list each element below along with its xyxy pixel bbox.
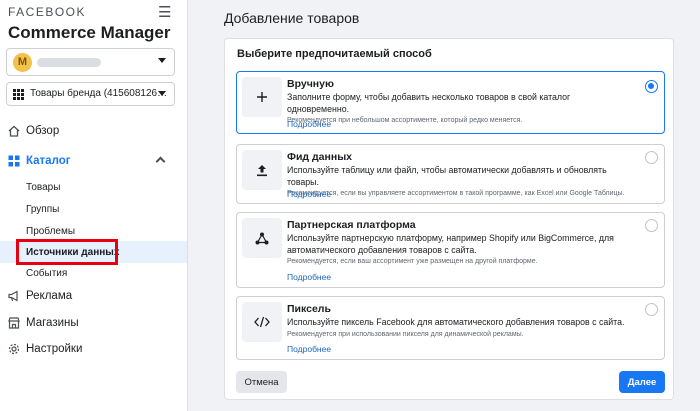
- radio-partner-platform[interactable]: [645, 219, 658, 232]
- option-description: Используйте таблицу или файл, чтобы авто…: [287, 165, 627, 199]
- radio-manual[interactable]: [645, 80, 658, 93]
- network-icon: [242, 218, 282, 258]
- sidebar-item-label: Магазины: [26, 317, 79, 329]
- menu-icon[interactable]: ☰: [158, 3, 171, 21]
- sidebar-item-catalog[interactable]: Каталог: [8, 151, 71, 171]
- option-title: Пиксель: [287, 303, 331, 315]
- catalog-grid-icon: [8, 155, 20, 167]
- sidebar-item-ads[interactable]: Реклама: [8, 286, 72, 306]
- option-partner-platform[interactable]: Партнерская платформа Используйте партне…: [236, 212, 665, 288]
- shop-icon: [8, 317, 20, 329]
- option-description: Используйте партнерскую платформу, напри…: [287, 233, 627, 267]
- sidebar-subitem-events[interactable]: События: [26, 268, 67, 279]
- option-title: Партнерская платформа: [287, 219, 416, 231]
- sidebar-item-label: Каталог: [26, 155, 71, 167]
- catalog-select-value: Товары бренда (415608126…: [30, 88, 168, 99]
- option-manual[interactable]: Вручную Заполните форму, чтобы добавить …: [236, 71, 665, 134]
- option-recommendation: Рекомендуется, если вы управляете ассорт…: [287, 190, 625, 197]
- option-data-feed[interactable]: Фид данных Используйте таблицу или файл,…: [236, 144, 665, 204]
- home-icon: [8, 125, 20, 137]
- option-recommendation: Рекомендуется при небольшом ассортименте…: [287, 117, 523, 124]
- option-description: Заполните форму, чтобы добавить нескольк…: [287, 92, 627, 126]
- sidebar-item-overview[interactable]: Обзор: [8, 121, 59, 141]
- sidebar-item-label: Обзор: [26, 125, 60, 137]
- account-name-redacted: [37, 58, 101, 67]
- plus-icon: [242, 77, 282, 117]
- gear-icon: [8, 343, 20, 355]
- learn-more-link[interactable]: Подробнее: [287, 344, 331, 354]
- radio-data-feed[interactable]: [645, 151, 658, 164]
- brand-logo: FACEBOOK: [8, 5, 87, 19]
- option-description: Используйте пиксель Facebook для автомат…: [287, 317, 627, 340]
- avatar: M: [13, 53, 32, 72]
- radio-pixel[interactable]: [645, 303, 658, 316]
- next-button[interactable]: Далее: [619, 371, 665, 393]
- option-title: Вручную: [287, 78, 334, 90]
- megaphone-icon: [8, 290, 18, 302]
- card-heading: Выберите предпочитаемый способ: [237, 48, 432, 60]
- chevron-down-icon: [158, 58, 166, 63]
- grid-icon: [13, 89, 24, 100]
- page-title: Добавление товаров: [224, 10, 360, 26]
- cancel-button[interactable]: Отмена: [236, 371, 287, 393]
- option-recommendation: Рекомендуется при использовании пикселя …: [287, 330, 524, 338]
- sidebar-subitem-products[interactable]: Товары: [26, 182, 60, 193]
- sidebar-subitem-groups[interactable]: Группы: [26, 204, 59, 215]
- annotation-highlight-box: [16, 239, 118, 265]
- option-title: Фид данных: [287, 151, 352, 163]
- sidebar-item-shops[interactable]: Магазины: [8, 313, 79, 333]
- chevron-up-icon[interactable]: [155, 156, 166, 167]
- sidebar-item-label: Настройки: [26, 343, 83, 355]
- sidebar: FACEBOOK ☰ Commerce Manager M Товары бре…: [0, 0, 188, 411]
- learn-more-link[interactable]: Подробнее: [287, 272, 331, 282]
- option-recommendation: Рекомендуется, если ваш ассортимент уже …: [287, 258, 538, 265]
- sidebar-subitem-problems[interactable]: Проблемы: [26, 226, 75, 237]
- add-products-card: Выберите предпочитаемый способ Вручную З…: [224, 38, 674, 400]
- catalog-select[interactable]: Товары бренда (415608126…: [6, 82, 175, 106]
- option-pixel[interactable]: Пиксель Используйте пиксель Facebook для…: [236, 296, 665, 360]
- chevron-down-icon: [158, 91, 166, 96]
- sidebar-item-label: Реклама: [26, 290, 73, 302]
- app-title: Commerce Manager: [8, 23, 171, 42]
- code-icon: [242, 302, 282, 342]
- learn-more-link[interactable]: Подробнее: [287, 119, 331, 129]
- learn-more-link[interactable]: Подробнее: [287, 189, 331, 199]
- sidebar-item-settings[interactable]: Настройки: [8, 339, 82, 359]
- upload-icon: [242, 150, 282, 190]
- account-select[interactable]: M: [6, 48, 175, 76]
